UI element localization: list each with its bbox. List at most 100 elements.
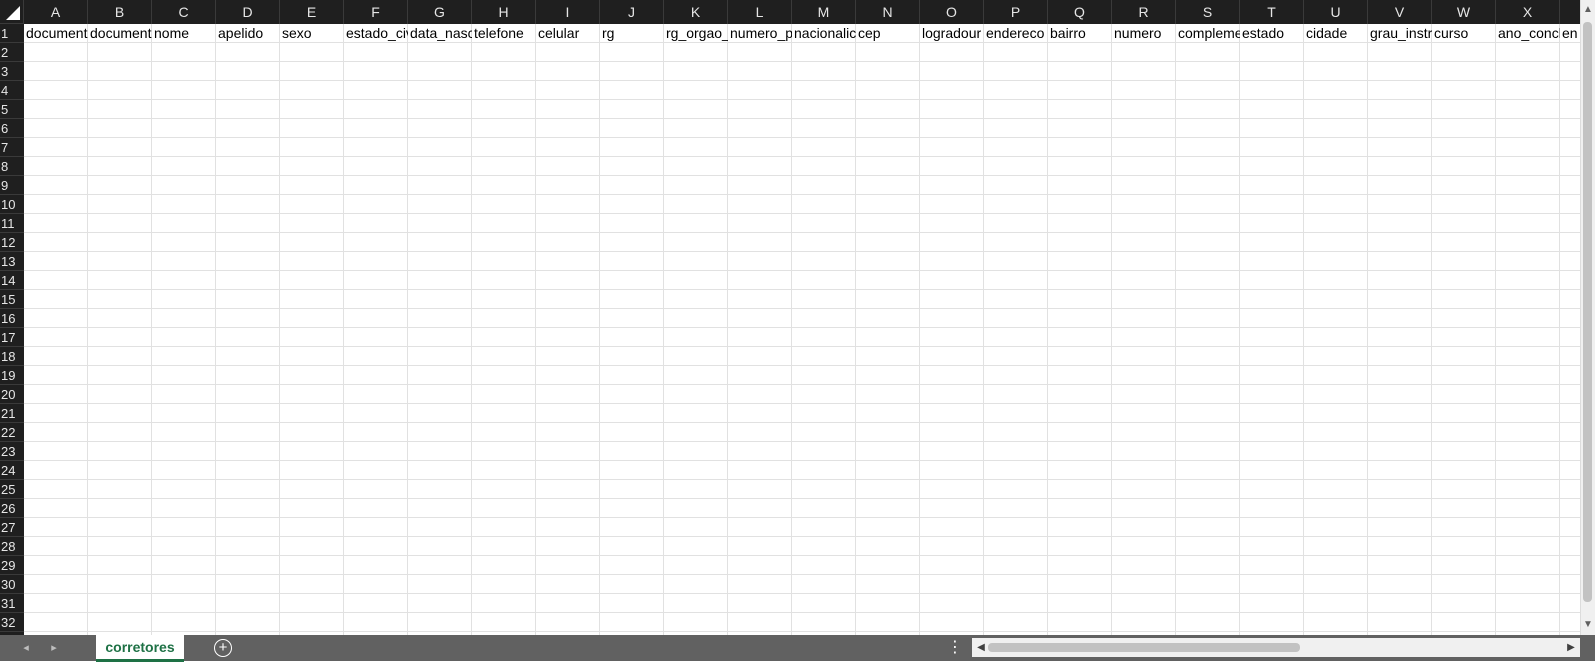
row-header-17[interactable]: 17 xyxy=(0,328,24,347)
row-header-25[interactable]: 25 xyxy=(0,480,24,499)
select-all-button[interactable] xyxy=(0,0,24,24)
row-header-3[interactable]: 3 xyxy=(0,62,24,81)
row-header-32[interactable]: 32 xyxy=(0,613,24,632)
row-header-18[interactable]: 18 xyxy=(0,347,24,366)
row-header-28[interactable]: 28 xyxy=(0,537,24,556)
plus-circle-icon[interactable]: + xyxy=(214,639,232,657)
column-header-r[interactable]: R xyxy=(1112,0,1176,24)
cell-m1[interactable]: nacionalic xyxy=(792,24,856,43)
cell-v1[interactable]: grau_instr xyxy=(1368,24,1432,43)
cell-s1[interactable]: compleme xyxy=(1176,24,1240,43)
row-header-14[interactable]: 14 xyxy=(0,271,24,290)
column-header-h[interactable]: H xyxy=(472,0,536,24)
cell-f1[interactable]: estado_civ xyxy=(344,24,408,43)
column-header-w[interactable]: W xyxy=(1432,0,1496,24)
cell-b1[interactable]: document xyxy=(88,24,152,43)
row-header-16[interactable]: 16 xyxy=(0,309,24,328)
cell-q1[interactable]: bairro xyxy=(1048,24,1112,43)
cell-x1[interactable]: ano_concl xyxy=(1496,24,1560,43)
spreadsheet-grid[interactable]: ABCDEFGHIJKLMNOPQRSTUVWXY 12345678910111… xyxy=(0,0,1580,635)
row-header-5[interactable]: 5 xyxy=(0,100,24,119)
column-header-j[interactable]: J xyxy=(600,0,664,24)
cell-r1[interactable]: numero xyxy=(1112,24,1176,43)
column-header-b[interactable]: B xyxy=(88,0,152,24)
row-header-15[interactable]: 15 xyxy=(0,290,24,309)
cell-h1[interactable]: telefone xyxy=(472,24,536,43)
cell-g1[interactable]: data_nasc xyxy=(408,24,472,43)
row-header-22[interactable]: 22 xyxy=(0,423,24,442)
cell-o1[interactable]: logradour xyxy=(920,24,984,43)
sheet-tab-corretores[interactable]: corretores xyxy=(96,635,184,662)
chevron-right-icon[interactable]: ▸ xyxy=(42,635,66,661)
row-header-2[interactable]: 2 xyxy=(0,43,24,62)
cell-u1[interactable]: cidade xyxy=(1304,24,1368,43)
row-header-31[interactable]: 31 xyxy=(0,594,24,613)
column-header-f[interactable]: F xyxy=(344,0,408,24)
cell-i1[interactable]: celular xyxy=(536,24,600,43)
row-header-21[interactable]: 21 xyxy=(0,404,24,423)
row-header-1[interactable]: 1 xyxy=(0,24,24,43)
row-header-8[interactable]: 8 xyxy=(0,157,24,176)
row-header-12[interactable]: 12 xyxy=(0,233,24,252)
row-header-13[interactable]: 13 xyxy=(0,252,24,271)
cell-t1[interactable]: estado xyxy=(1240,24,1304,43)
row-header-6[interactable]: 6 xyxy=(0,119,24,138)
horizontal-scrollbar[interactable]: ◀ ▶ xyxy=(972,638,1580,657)
cell-c1[interactable]: nome xyxy=(152,24,216,43)
column-header-i[interactable]: I xyxy=(536,0,600,24)
column-header-l[interactable]: L xyxy=(728,0,792,24)
cell-w1[interactable]: curso xyxy=(1432,24,1496,43)
row-headers: 1 2 3 4 5 6 7 8 9 10 11 12 13 14 15 16 17 18 19 20 21 22 23 24 2… xyxy=(0,24,24,635)
column-headers: ABCDEFGHIJKLMNOPQRSTUVWXY xyxy=(24,0,1580,24)
cell-n1[interactable]: cep xyxy=(856,24,920,43)
row-header-27[interactable]: 27 xyxy=(0,518,24,537)
column-header-p[interactable]: P xyxy=(984,0,1048,24)
cell-d1[interactable]: apelido xyxy=(216,24,280,43)
column-header-u[interactable]: U xyxy=(1304,0,1368,24)
column-header-q[interactable]: Q xyxy=(1048,0,1112,24)
vertical-dots-icon[interactable]: ⋮ xyxy=(946,635,964,661)
row-header-11[interactable]: 11 xyxy=(0,214,24,233)
cell-k1[interactable]: rg_orgao_ xyxy=(664,24,728,43)
column-header-d[interactable]: D xyxy=(216,0,280,24)
vertical-scrollbar[interactable]: ▲ ▼ xyxy=(1580,0,1595,635)
cell-j1[interactable]: rg xyxy=(600,24,664,43)
row-header-24[interactable]: 24 xyxy=(0,461,24,480)
row-header-19[interactable]: 19 xyxy=(0,366,24,385)
row-header-26[interactable]: 26 xyxy=(0,499,24,518)
triangle-down-icon[interactable]: ▼ xyxy=(1581,618,1595,632)
cell-a1[interactable]: document xyxy=(24,24,88,43)
row-header-9[interactable]: 9 xyxy=(0,176,24,195)
cell-grid[interactable] xyxy=(24,24,1580,635)
column-header-k[interactable]: K xyxy=(664,0,728,24)
column-header-a[interactable]: A xyxy=(24,0,88,24)
column-header-n[interactable]: N xyxy=(856,0,920,24)
cell-y1[interactable]: en xyxy=(1560,24,1580,43)
column-header-s[interactable]: S xyxy=(1176,0,1240,24)
chevron-left-icon[interactable]: ◂ xyxy=(14,635,38,661)
column-header-o[interactable]: O xyxy=(920,0,984,24)
row-header-10[interactable]: 10 xyxy=(0,195,24,214)
column-header-g[interactable]: G xyxy=(408,0,472,24)
column-header-c[interactable]: C xyxy=(152,0,216,24)
column-header-m[interactable]: M xyxy=(792,0,856,24)
row-header-29[interactable]: 29 xyxy=(0,556,24,575)
cell-l1[interactable]: numero_p xyxy=(728,24,792,43)
row-header-30[interactable]: 30 xyxy=(0,575,24,594)
triangle-up-icon[interactable]: ▲ xyxy=(1581,3,1595,17)
horizontal-scroll-thumb[interactable] xyxy=(988,643,1300,652)
triangle-right-icon[interactable]: ▶ xyxy=(1564,638,1578,657)
cell-e1[interactable]: sexo xyxy=(280,24,344,43)
row-header-23[interactable]: 23 xyxy=(0,442,24,461)
row-header-4[interactable]: 4 xyxy=(0,81,24,100)
triangle-left-icon[interactable]: ◀ xyxy=(974,638,988,657)
cell-p1[interactable]: endereco xyxy=(984,24,1048,43)
column-header-x[interactable]: X xyxy=(1496,0,1560,24)
column-header-t[interactable]: T xyxy=(1240,0,1304,24)
column-header-v[interactable]: V xyxy=(1368,0,1432,24)
row-header-7[interactable]: 7 xyxy=(0,138,24,157)
vertical-scroll-thumb[interactable] xyxy=(1583,22,1592,602)
column-header-e[interactable]: E xyxy=(280,0,344,24)
column-header-y[interactable]: Y xyxy=(1560,0,1580,24)
row-header-20[interactable]: 20 xyxy=(0,385,24,404)
